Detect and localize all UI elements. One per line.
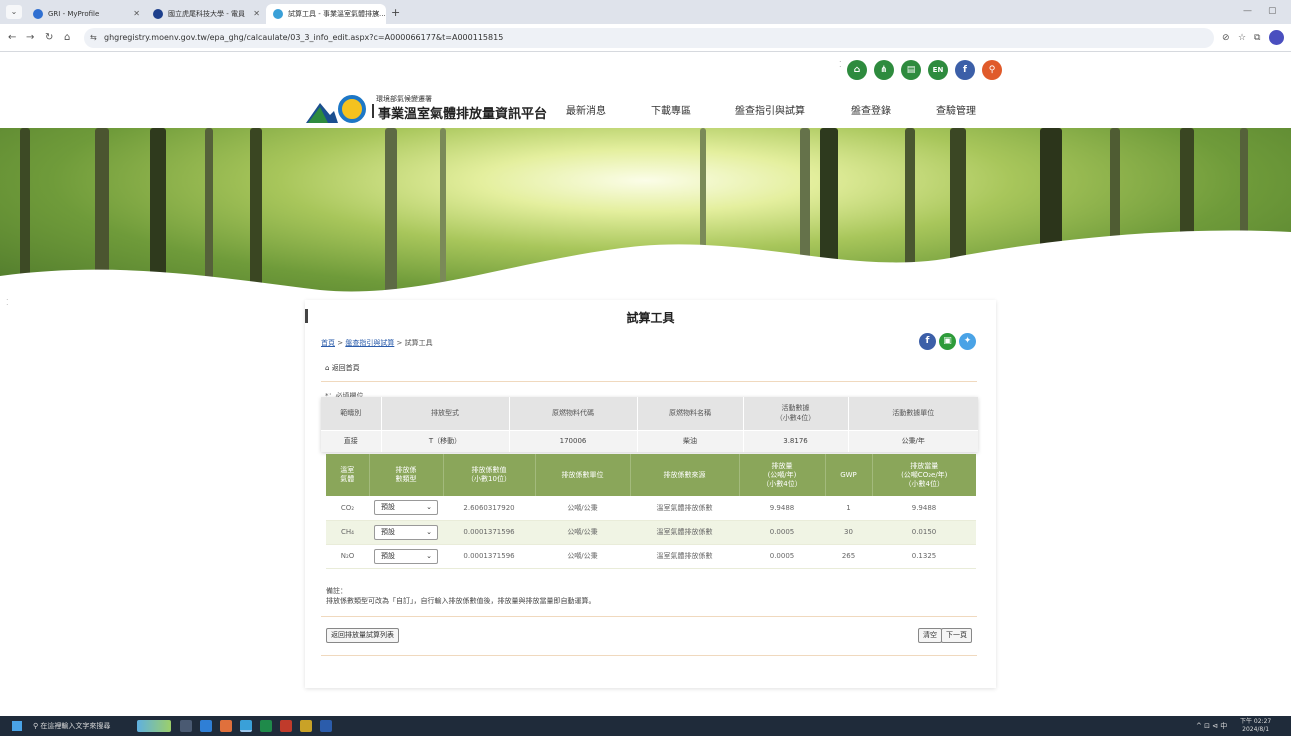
site-header: ⁚ ⌂ ⋔ ▤ EN f ⚲ 環境部氣候變遷署 事業溫室氣體排放量資訊平台 最新… [0,52,1291,128]
search-icon[interactable]: ⚲ [982,60,1002,80]
content-panel: 試算工具 首頁 > 盤查指引與試算 > 試算工具 f ▣ ✦ ⌂ 返回首頁 *：… [305,300,996,688]
back-to-list-button[interactable]: 返回排放量試算列表 [326,628,399,643]
reload-icon[interactable]: ↻ [45,31,53,45]
favicon-icon [153,9,163,19]
chevron-down-icon: ⌄ [426,527,432,536]
banner-wave-shape [0,230,1291,303]
table-row: CO₂ 預設 ⌄ 2.6060317920 公噸/公秉 溫室氣體排放係數 9.94… [326,496,976,521]
taskbar-clock[interactable]: 下午 02:27 2024/8/1 [1240,718,1271,734]
url-field[interactable]: ⇆ ghgregistry.moenv.gov.tw/epa_ghg/calca… [84,28,1214,48]
factor-type-select[interactable]: 預設 ⌄ [374,548,438,564]
windows-taskbar: ⚲ 在這裡輸入文字來搜尋 ^ ⊡ ⊲ 中 下午 02:27 2024/8/1 [0,716,1291,736]
chevron-down-icon: ⌄ [426,503,432,512]
home-icon[interactable]: ⌂ [847,60,867,80]
chat-icon[interactable]: ▤ [901,60,921,80]
mountain-logo-icon [306,103,338,123]
share-twitter-icon[interactable]: ✦ [959,333,976,350]
folder-icon[interactable] [300,720,312,732]
table-row: N₂O 預設 ⌄ 0.0001371596 公噸/公秉 溫室氣體排放係數 0.00… [326,544,976,569]
restore-window-icon[interactable]: ▢ [1268,6,1277,16]
factor-type-select[interactable]: 預設 ⌄ [374,524,438,540]
taskbar-search-field[interactable]: ⚲ 在這裡輸入文字來搜尋 [33,719,110,733]
brand-title[interactable]: 事業溫室氣體排放量資訊平台 [378,103,547,122]
nav-item-news[interactable]: 最新消息 [566,102,606,117]
browser-tab-active[interactable]: 試算工具 - 事業溫室氣體排放... ✕ [266,4,386,24]
note-text: 排放係數類型可改為「自訂」，自行輸入排放係數值後，排放量與排放當量即自動運算。 [326,597,596,605]
breadcrumb-home-link[interactable]: 首頁 [321,339,335,347]
share-line-icon[interactable]: ▣ [939,333,956,350]
favicon-icon [273,9,283,19]
nav-item-register[interactable]: 盤查登錄 [851,102,891,117]
breadcrumb: 首頁 > 盤查指引與試算 > 試算工具 [321,339,433,347]
emission-factor-table: 溫室 氣體 排放係 數類型 排放係數值 （小數10位） 排放係數單位 排放係數來源 排… [326,454,976,569]
profile-avatar[interactable] [1269,30,1284,45]
breadcrumb-current: 試算工具 [404,339,433,347]
share-facebook-icon[interactable]: f [919,333,936,350]
word-icon[interactable] [320,720,332,732]
edge-browser-icon[interactable] [220,720,232,732]
site-info-icon[interactable]: ⇆ [90,31,97,45]
hide-icon[interactable]: ⊘ [1222,32,1230,44]
clear-button[interactable]: 清空 [918,628,942,643]
breadcrumb-guide-link[interactable]: 盤查指引與試算 [345,339,394,347]
nav-item-downloads[interactable]: 下載專區 [651,102,691,117]
browser-tab[interactable]: 國立虎尾科技大學 - 電員 ✕ [146,4,266,24]
nav-item-verify[interactable]: 查驗管理 [936,102,976,117]
forest-banner [0,128,1291,303]
close-tab-icon[interactable]: ✕ [133,4,140,24]
tab-search-menu-icon[interactable]: ⌄ [6,5,22,19]
page-title: 試算工具 [626,311,675,325]
facebook-icon[interactable]: f [955,60,975,80]
minimize-window-icon[interactable]: — [1243,6,1252,16]
search-icon: ⚲ [33,722,39,730]
favicon-icon [33,9,43,19]
sitemap-icon[interactable]: ⋔ [874,60,894,80]
address-bar-row: ← → ↻ ⌂ ⇆ ghgregistry.moenv.gov.tw/epa_g… [0,24,1291,52]
earth-logo-icon [338,95,366,123]
browser-tab[interactable]: GRI - MyProfile ✕ [26,4,146,24]
acrobat-icon[interactable] [280,720,292,732]
back-icon[interactable]: ← [8,31,16,45]
bookmark-star-icon[interactable]: ☆ [1238,32,1246,44]
language-icon[interactable]: EN [928,60,948,80]
activity-info-table: 範疇別 排放型式 原燃物料代碼 原燃物料名稱 活動數據 （小數4位） 活動數據單… [321,397,978,452]
close-tab-icon[interactable]: ✕ [253,4,260,24]
note-title: 備註： [326,587,347,595]
next-page-button[interactable]: 下一頁 [941,628,972,643]
table-row: 直接 T（移動） 170006 柴油 3.8176 公秉/年 [321,429,978,452]
home-icon[interactable]: ⌂ [64,31,70,45]
file-explorer-icon[interactable] [200,720,212,732]
system-tray[interactable]: ^ ⊡ ⊲ 中 [1196,721,1227,731]
extensions-icon[interactable]: ⧉ [1254,32,1260,44]
back-home-link[interactable]: ⌂ 返回首頁 [325,363,360,373]
nav-item-guide[interactable]: 盤查指引與試算 [735,102,805,117]
close-tab-icon[interactable]: ✕ [373,4,380,24]
excel-icon[interactable] [260,720,272,732]
home-icon: ⌂ [325,364,330,372]
chevron-down-icon: ⌄ [426,551,432,560]
windows-start-icon[interactable] [12,721,22,731]
browser-tab-strip: ⌄ GRI - MyProfile ✕ 國立虎尾科技大學 - 電員 ✕ 試算工具… [0,0,1291,24]
site-logo[interactable] [306,93,368,125]
chrome-browser-icon[interactable] [240,720,252,732]
factor-type-select[interactable]: 預設 ⌄ [374,500,438,516]
table-row: CH₄ 預設 ⌄ 0.0001371596 公噸/公秉 溫室氣體排放係數 0.00… [326,520,976,545]
forward-icon[interactable]: → [26,31,34,45]
new-tab-button[interactable]: + [391,4,400,22]
search-highlight-icon[interactable] [137,720,171,732]
task-view-icon[interactable] [180,720,192,732]
